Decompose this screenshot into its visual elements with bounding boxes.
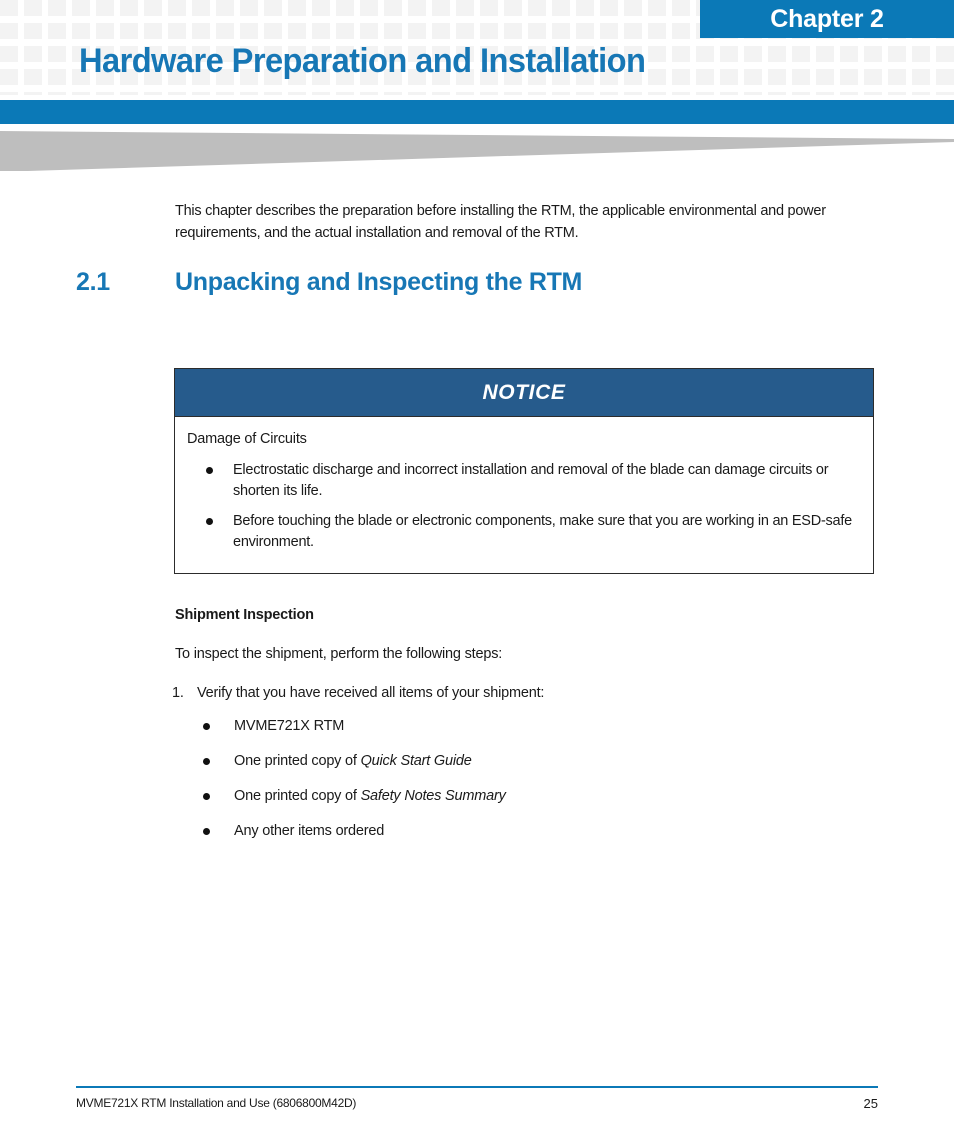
section-number: 2.1 — [76, 268, 110, 296]
chapter-banner: Chapter 2 — [700, 0, 954, 38]
list-item-text: MVME721X RTM — [234, 718, 345, 734]
list-item: MVME721X RTM — [203, 716, 843, 751]
bullet-dot-icon — [203, 793, 210, 800]
shipment-inspection-heading: Shipment Inspection — [175, 607, 314, 623]
footer-page-number: 25 — [863, 1096, 878, 1111]
notice-box: NOTICE Damage of Circuits Electrostatic … — [174, 368, 874, 574]
list-item: One printed copy of Safety Notes Summary — [203, 786, 843, 821]
footer-document-title: MVME721X RTM Installation and Use (68068… — [76, 1096, 357, 1110]
bullet-dot-icon — [206, 518, 213, 525]
header-accent-bar — [0, 100, 954, 124]
shipment-step-1: 1. Verify that you have received all ite… — [172, 685, 544, 701]
notice-list-item-text: Electrostatic discharge and incorrect in… — [233, 462, 829, 499]
intro-paragraph: This chapter describes the preparation b… — [175, 202, 826, 241]
section-title: Unpacking and Inspecting the RTM — [175, 268, 583, 296]
notice-list-item-text: Before touching the blade or electronic … — [233, 513, 852, 550]
shipment-steps-intro: To inspect the shipment, perform the fol… — [175, 646, 503, 662]
notice-lead-text: Damage of Circuits — [187, 431, 307, 447]
notice-list-item: Electrostatic discharge and incorrect in… — [187, 460, 857, 502]
footer-divider — [76, 1086, 878, 1088]
chapter-title: Hardware Preparation and Installation — [79, 42, 646, 80]
notice-bullet-list: Electrostatic discharge and incorrect in… — [187, 460, 857, 553]
chapter-banner-label: Chapter 2 — [770, 4, 884, 33]
section-heading: 2.1 Unpacking and Inspecting the RTM — [76, 268, 896, 297]
bullet-dot-icon — [203, 828, 210, 835]
notice-box-body: Damage of Circuits Electrostatic dischar… — [175, 417, 873, 573]
gray-swoosh-graphic — [0, 131, 954, 171]
list-item: Any other items ordered — [203, 821, 843, 856]
bullet-dot-icon — [203, 758, 210, 765]
list-item: One printed copy of Quick Start Guide — [203, 751, 843, 786]
bullet-dot-icon — [203, 723, 210, 730]
list-item-emphasis: Quick Start Guide — [360, 753, 472, 769]
notice-box-header: NOTICE — [175, 369, 873, 417]
notice-label: NOTICE — [482, 380, 566, 404]
list-item-emphasis: Safety Notes Summary — [360, 788, 506, 804]
list-item-text: One printed copy of — [234, 788, 361, 804]
shipment-items-list: MVME721X RTM One printed copy of Quick S… — [203, 716, 843, 856]
bullet-dot-icon — [206, 467, 213, 474]
list-item-text: Any other items ordered — [234, 823, 385, 839]
notice-list-item: Before touching the blade or electronic … — [187, 511, 857, 553]
shipment-step-text: Verify that you have received all items … — [197, 685, 545, 701]
list-item-text: One printed copy of — [234, 753, 361, 769]
shipment-step-number: 1. — [172, 685, 184, 701]
